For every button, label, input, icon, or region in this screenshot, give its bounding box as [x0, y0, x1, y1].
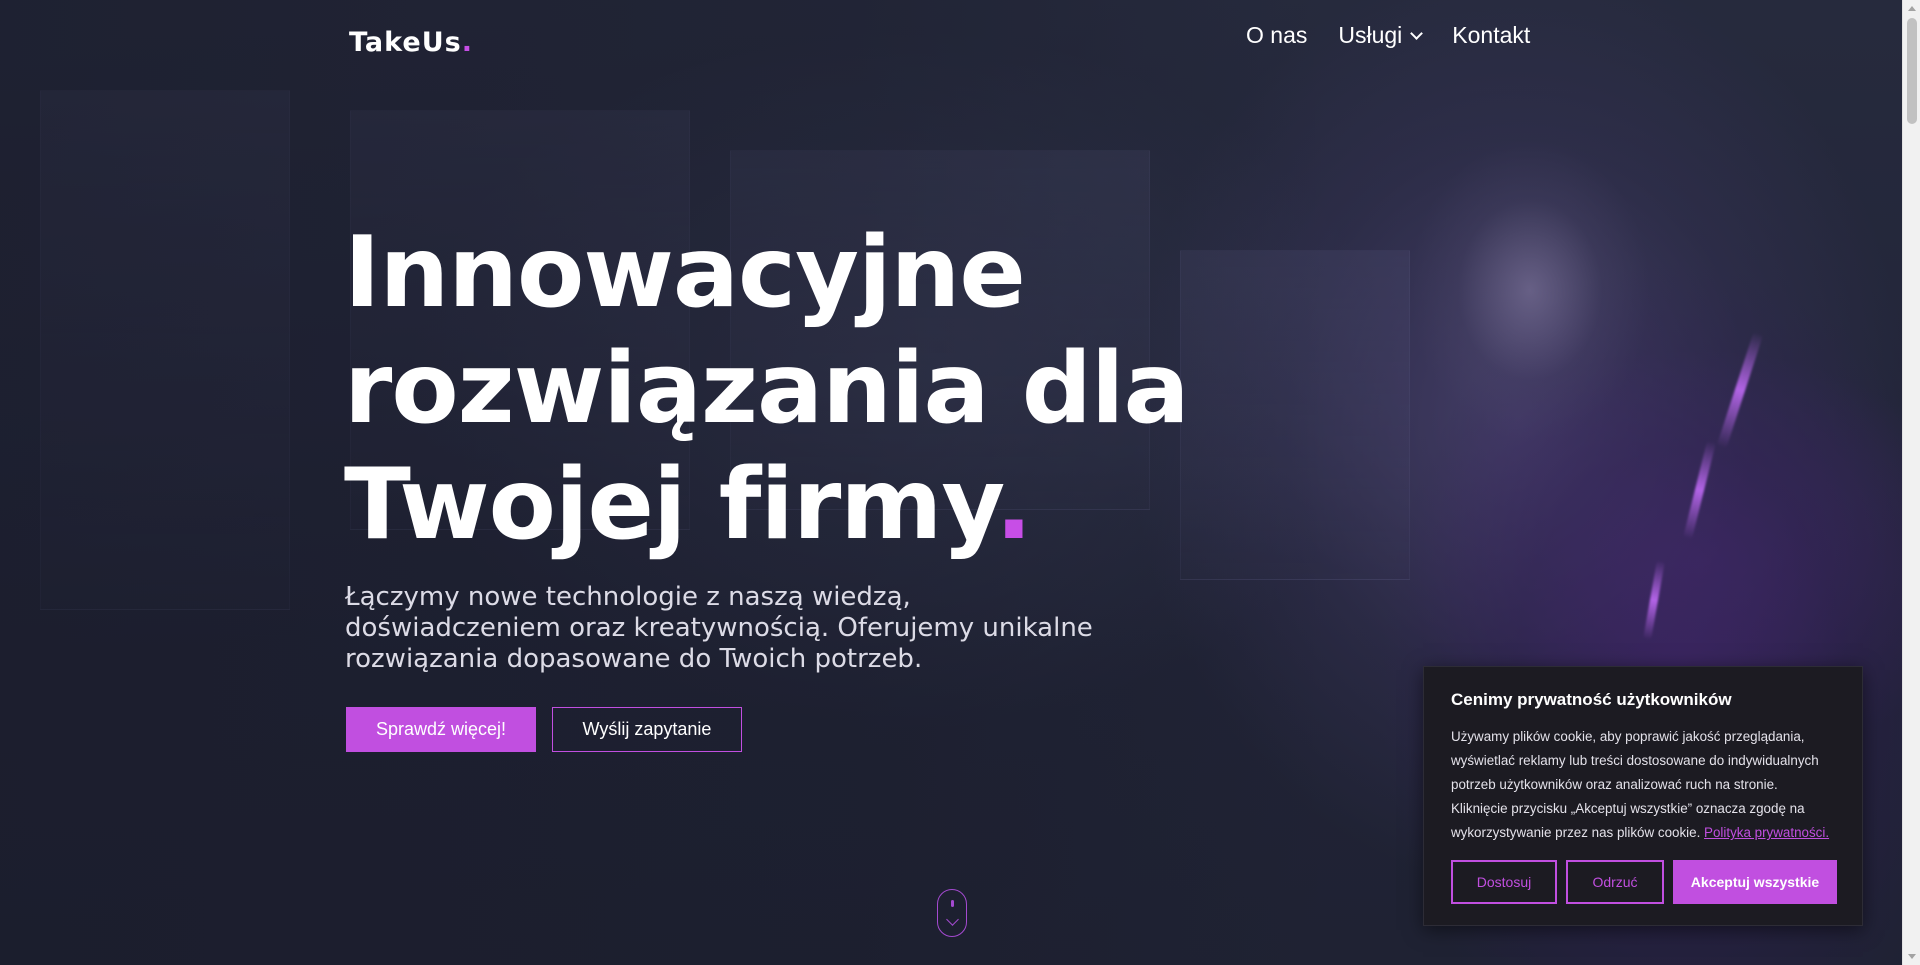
main-nav: O nas Usługi Kontakt — [1246, 22, 1530, 49]
reject-cookies-button[interactable]: Odrzuć — [1566, 860, 1664, 904]
privacy-policy-link[interactable]: Polityka prywatności. — [1704, 825, 1829, 840]
check-more-button[interactable]: Sprawdź więcej! — [346, 707, 536, 752]
nav-item-o-nas[interactable]: O nas — [1246, 22, 1307, 49]
cookie-banner-text: Używamy plików cookie, aby poprawić jako… — [1451, 725, 1836, 845]
hero-title-dot: . — [995, 448, 1032, 562]
mouse-scroll-icon[interactable] — [937, 889, 967, 937]
logo-dot: . — [461, 27, 473, 58]
nav-item-label: Kontakt — [1452, 22, 1531, 48]
nav-item-uslugi[interactable]: Usługi — [1338, 22, 1424, 49]
cookie-banner-body: Używamy plików cookie, aby poprawić jako… — [1451, 729, 1819, 840]
nav-item-label: Usługi — [1338, 22, 1403, 48]
chevron-down-icon — [1410, 26, 1424, 40]
hero-title-line: Twojej firmy — [344, 448, 996, 562]
scroll-down-icon[interactable] — [1908, 954, 1916, 959]
hero-title: Innowacyjne rozwiązania dla Twojej firmy… — [344, 215, 1244, 563]
send-inquiry-button[interactable]: Wyślij zapytanie — [552, 707, 742, 752]
scroll-up-icon[interactable] — [1908, 6, 1916, 11]
cookie-banner-title: Cenimy prywatność użytkowników — [1451, 690, 1732, 709]
hero-title-line: Innowacyjne — [344, 216, 1026, 330]
page-scrollbar[interactable] — [1902, 0, 1920, 965]
hero-subtitle: Łączymy nowe technologie z naszą wiedzą,… — [345, 582, 1093, 674]
scroll-wheel — [951, 900, 954, 907]
chevron-down-icon — [946, 913, 959, 926]
page: TakeUs. O nas Usługi Kontakt Innowacyjne… — [0, 0, 1920, 965]
customize-cookies-button[interactable]: Dostosuj — [1451, 860, 1557, 904]
logo[interactable]: TakeUs. — [349, 27, 473, 58]
accept-all-cookies-button[interactable]: Akceptuj wszystkie — [1673, 860, 1837, 904]
scrollbar-thumb[interactable] — [1907, 18, 1917, 124]
nav-item-kontakt[interactable]: Kontakt — [1452, 22, 1530, 49]
cookie-banner-actions: Dostosuj Odrzuć Akceptuj wszystkie — [1451, 860, 1837, 904]
logo-text: TakeUs — [349, 27, 462, 58]
nav-item-label: O nas — [1246, 22, 1308, 48]
cookie-banner: Cenimy prywatność użytkowników Używamy p… — [1423, 666, 1863, 926]
hero-title-line: rozwiązania dla — [344, 332, 1190, 446]
